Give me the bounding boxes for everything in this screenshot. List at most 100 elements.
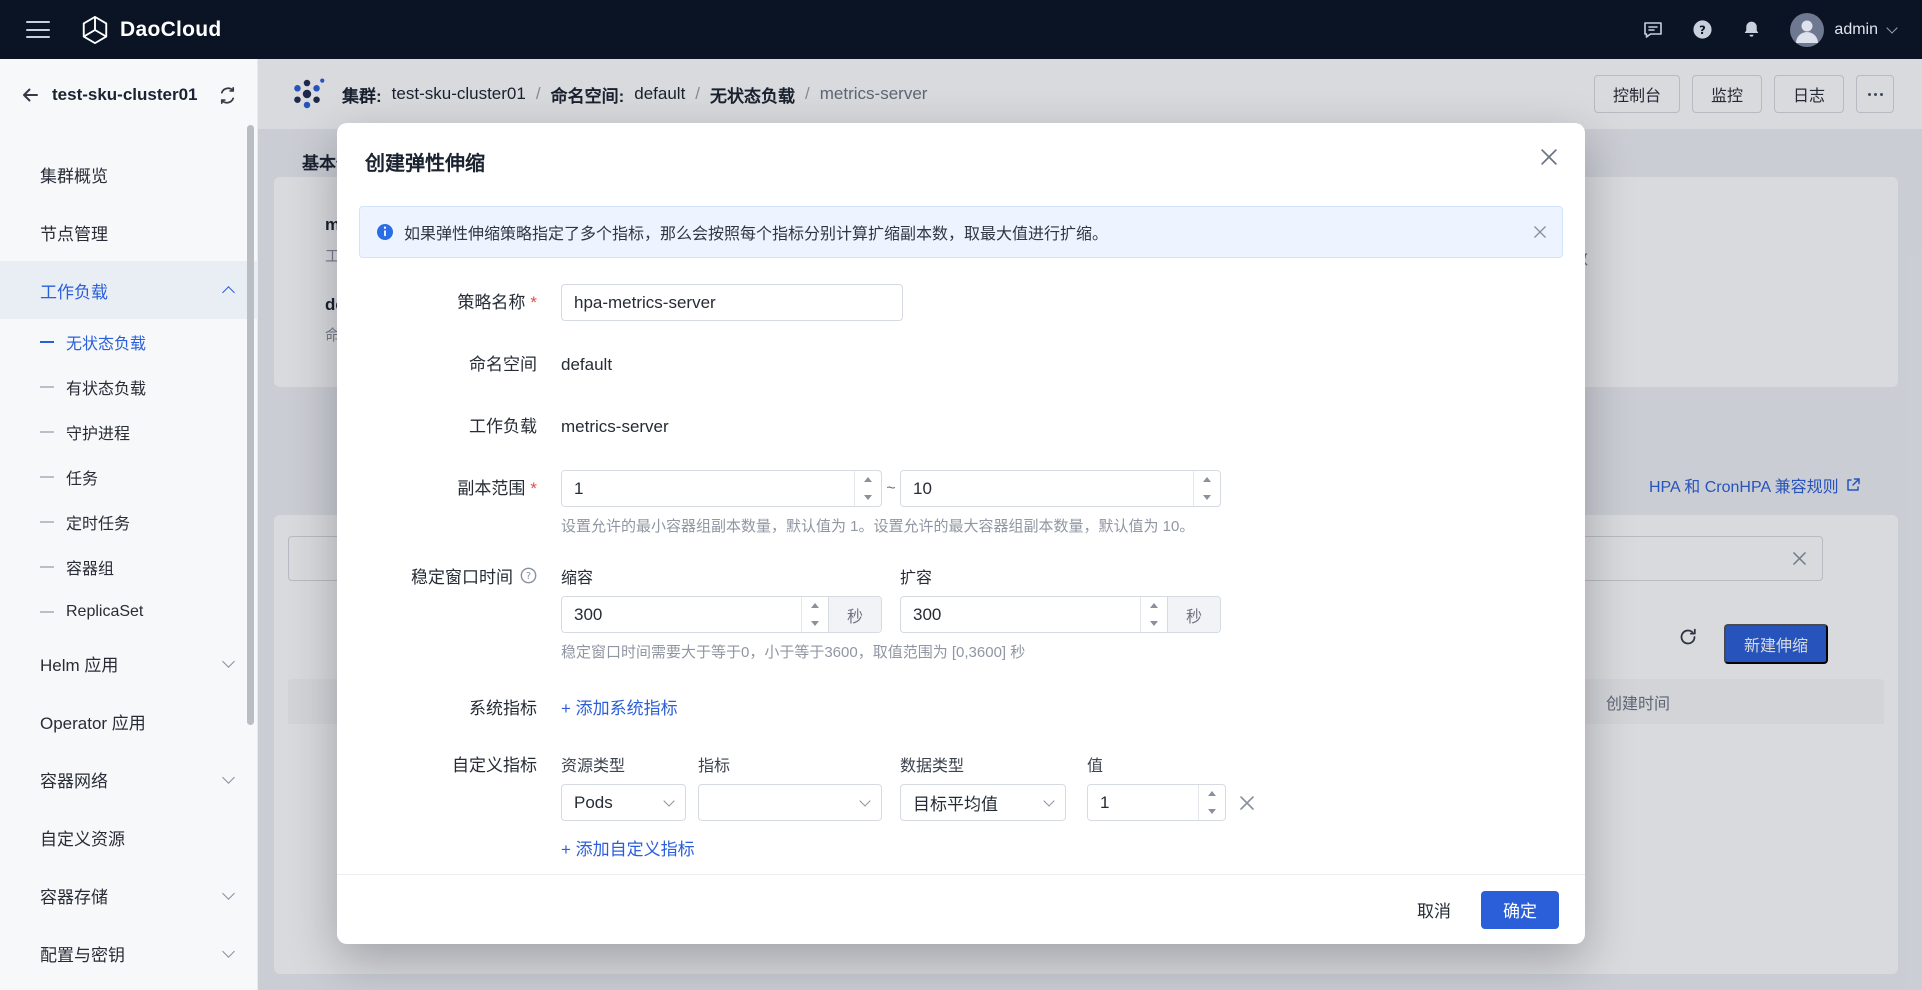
scale-down-input[interactable] [562, 597, 801, 632]
data-type-select[interactable]: 目标平均值 [900, 784, 1066, 821]
stepper-arrows [1198, 785, 1225, 820]
metric-select[interactable] [698, 784, 882, 821]
sidebar-item-workloads[interactable]: 工作负载 [0, 261, 257, 319]
stepper-arrows [854, 471, 881, 506]
menu-icon[interactable] [26, 21, 50, 38]
sidebar-item-deployments[interactable]: 无状态负载 [0, 319, 257, 364]
sidebar-item-operator-apps[interactable]: Operator 应用 [0, 692, 257, 750]
chevron-down-icon [222, 771, 235, 784]
sidebar-item-label: 节点管理 [40, 220, 108, 245]
remove-metric-icon[interactable] [1240, 796, 1254, 810]
sidebar-item-node-management[interactable]: 节点管理 [0, 203, 257, 261]
topbar: DaoCloud ? admin [0, 0, 1922, 59]
user-menu[interactable]: admin [1790, 13, 1896, 47]
replica-range-help: 设置允许的最小容器组副本数量，默认值为 1。设置允许的最大容器组副本数量，默认值… [561, 515, 1221, 536]
confirm-button[interactable]: 确定 [1481, 891, 1559, 929]
replica-min-stepper [561, 470, 882, 507]
chevron-down-icon [663, 795, 674, 806]
sidebar-item-helm-apps[interactable]: Helm 应用 [0, 634, 257, 692]
custom-metric-row: Pods 目标平均值 [561, 784, 1254, 821]
help-circle-icon[interactable]: ? [520, 567, 537, 584]
stepper-down-icon[interactable] [1199, 803, 1225, 821]
alert-close-icon[interactable] [1534, 226, 1546, 238]
custom-metrics-label: 自定义指标 [363, 752, 561, 860]
scale-down-stepper: 秒 [561, 596, 882, 633]
brand-name: DaoCloud [120, 18, 222, 42]
sidebar-item-container-network[interactable]: 容器网络 [0, 750, 257, 808]
sidebar-item-label: 容器组 [66, 555, 114, 579]
dash-icon [40, 386, 54, 388]
sidebar-item-label: 定时任务 [66, 510, 130, 534]
sidebar-item-custom-resources[interactable]: 自定义资源 [0, 808, 257, 866]
sidebar-scrollbar[interactable] [247, 125, 254, 725]
sidebar-item-container-storage[interactable]: 容器存储 [0, 866, 257, 924]
sidebar-item-jobs[interactable]: 任务 [0, 454, 257, 499]
chevron-down-icon [222, 655, 235, 668]
avatar [1790, 13, 1824, 47]
back-arrow-icon[interactable] [20, 85, 40, 105]
scale-down-label: 缩容 [561, 564, 882, 588]
resource-type-select[interactable]: Pods [561, 784, 686, 821]
notification-bell-icon[interactable] [1741, 19, 1762, 40]
sidebar-item-cluster-overview[interactable]: 集群概览 [0, 145, 257, 203]
col-data-type: 数据类型 [900, 752, 1066, 776]
policy-name-input[interactable] [561, 284, 903, 321]
sidebar-item-label: 任务 [66, 465, 98, 489]
workload-field-value: metrics-server [561, 408, 669, 445]
policy-name-label: 策略名称 [363, 284, 561, 321]
sidebar-item-pods[interactable]: 容器组 [0, 544, 257, 589]
stepper-up-icon[interactable] [1194, 471, 1220, 489]
sidebar-item-label: 配置与密钥 [40, 941, 125, 966]
stepper-up-icon[interactable] [1199, 785, 1225, 803]
chevron-up-icon [222, 286, 235, 299]
sidebar-item-label: 容器存储 [40, 883, 108, 908]
sidebar-item-label: 无状态负载 [66, 330, 146, 354]
col-metric: 指标 [698, 752, 882, 776]
namespace-field-value: default [561, 346, 612, 383]
seconds-unit: 秒 [828, 597, 881, 632]
dash-icon [40, 431, 54, 433]
sidebar-item-label: ReplicaSet [66, 603, 143, 621]
chevron-down-icon [222, 887, 235, 900]
range-separator: ~ [882, 480, 900, 498]
stepper-up-icon[interactable] [802, 597, 828, 615]
stepper-down-icon[interactable] [1194, 489, 1220, 507]
chevron-down-icon [222, 945, 235, 958]
scale-up-stepper: 秒 [900, 596, 1221, 633]
stepper-up-icon[interactable] [855, 471, 881, 489]
sidebar-item-daemonsets[interactable]: 守护进程 [0, 409, 257, 454]
metric-value-input[interactable] [1088, 785, 1198, 820]
seconds-unit: 秒 [1167, 597, 1220, 632]
message-icon[interactable] [1642, 19, 1664, 41]
sidebar-item-cronjobs[interactable]: 定时任务 [0, 499, 257, 544]
sidebar-item-label: 工作负载 [40, 278, 108, 303]
switch-cluster-icon[interactable] [218, 86, 237, 105]
col-resource-type: 资源类型 [561, 752, 686, 776]
dash-icon [40, 521, 54, 523]
add-custom-metric-link[interactable]: + 添加自定义指标 [561, 835, 695, 860]
stable-window-label: 稳定窗口时间 [411, 567, 513, 589]
modal-close-icon[interactable] [1541, 149, 1557, 165]
stepper-down-icon[interactable] [802, 615, 828, 633]
stepper-down-icon[interactable] [1141, 615, 1167, 633]
scale-up-input[interactable] [901, 597, 1140, 632]
dash-icon [40, 341, 54, 343]
stepper-up-icon[interactable] [1141, 597, 1167, 615]
replica-max-input[interactable] [901, 471, 1193, 506]
stepper-down-icon[interactable] [855, 489, 881, 507]
info-alert-text: 如果弹性伸缩策略指定了多个指标，那么会按照每个指标分别计算扩缩副本数，取最大值进… [404, 220, 1108, 244]
sidebar-item-statefulsets[interactable]: 有状态负载 [0, 364, 257, 409]
chevron-down-icon [1886, 22, 1897, 33]
cancel-button[interactable]: 取消 [1397, 891, 1471, 929]
add-system-metric-link[interactable]: + 添加系统指标 [561, 690, 678, 727]
replica-min-input[interactable] [562, 471, 854, 506]
dash-icon [40, 566, 54, 568]
brand[interactable]: DaoCloud [80, 15, 222, 45]
metric-value-stepper [1087, 784, 1226, 821]
sidebar-item-label: Helm 应用 [40, 651, 118, 676]
namespace-field-label: 命名空间 [363, 346, 561, 383]
sidebar-item-label: 守护进程 [66, 420, 130, 444]
sidebar-item-replicaset[interactable]: ReplicaSet [0, 589, 257, 634]
sidebar-item-config-secrets[interactable]: 配置与密钥 [0, 924, 257, 982]
help-icon[interactable]: ? [1692, 19, 1713, 40]
